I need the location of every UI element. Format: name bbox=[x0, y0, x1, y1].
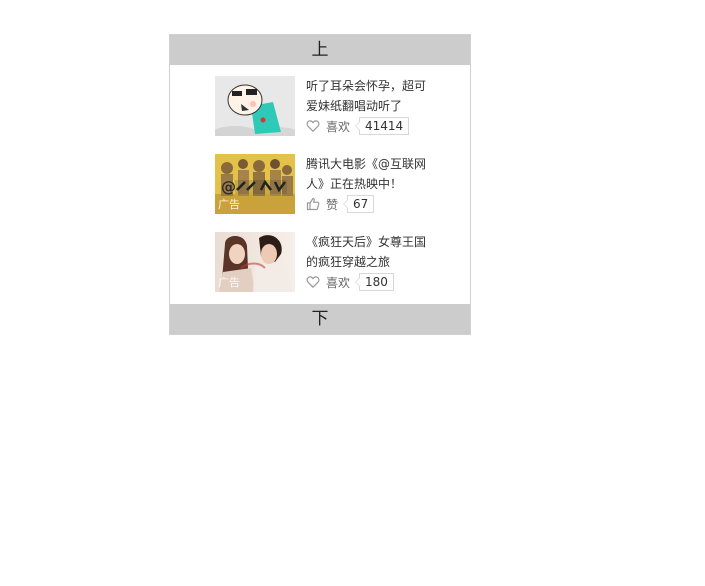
item-meta: 赞 67 bbox=[306, 194, 375, 214]
item-list: 听了耳朵会怀孕，超可爱妹纸翻唱动听了 喜欢 41414 @ 广告 腾讯大电影《@… bbox=[170, 65, 470, 304]
scroll-down-button[interactable]: 下 bbox=[170, 304, 470, 334]
like-button[interactable]: 喜欢 bbox=[326, 274, 350, 291]
list-item[interactable]: 听了耳朵会怀孕，超可爱妹纸翻唱动听了 喜欢 41414 bbox=[215, 76, 455, 136]
heart-icon[interactable] bbox=[306, 119, 320, 133]
like-button[interactable]: 赞 bbox=[326, 196, 338, 213]
recommendation-widget: 上 听了耳朵会怀孕，超可爱妹纸翻唱动听了 喜欢 41414 @ 广告 腾讯大电影… bbox=[169, 34, 471, 335]
item-thumbnail[interactable] bbox=[215, 76, 295, 136]
item-meta: 喜欢 180 bbox=[306, 272, 394, 292]
svg-text:@: @ bbox=[221, 178, 236, 196]
item-thumbnail[interactable]: @ 广告 bbox=[215, 154, 295, 214]
like-button[interactable]: 喜欢 bbox=[326, 118, 350, 135]
like-count: 41414 bbox=[355, 117, 410, 135]
ad-badge: 广告 bbox=[218, 276, 240, 289]
like-count: 180 bbox=[355, 273, 394, 291]
list-item[interactable]: @ 广告 腾讯大电影《@互联网人》正在热映中！ 赞 67 bbox=[215, 154, 455, 214]
scroll-up-button[interactable]: 上 bbox=[170, 35, 470, 65]
ad-badge: 广告 bbox=[218, 198, 240, 211]
item-title[interactable]: 《疯狂天后》女尊王国的疯狂穿越之旅 bbox=[306, 232, 436, 272]
item-thumbnail[interactable]: 广告 bbox=[215, 232, 295, 292]
item-title[interactable]: 听了耳朵会怀孕，超可爱妹纸翻唱动听了 bbox=[306, 76, 436, 116]
heart-icon[interactable] bbox=[306, 275, 320, 289]
item-title[interactable]: 腾讯大电影《@互联网人》正在热映中！ bbox=[306, 154, 436, 194]
like-count: 67 bbox=[342, 195, 375, 213]
item-meta: 喜欢 41414 bbox=[306, 116, 410, 136]
list-item[interactable]: 广告 《疯狂天后》女尊王国的疯狂穿越之旅 喜欢 180 bbox=[215, 232, 455, 292]
thumbs-up-icon[interactable] bbox=[306, 197, 320, 211]
